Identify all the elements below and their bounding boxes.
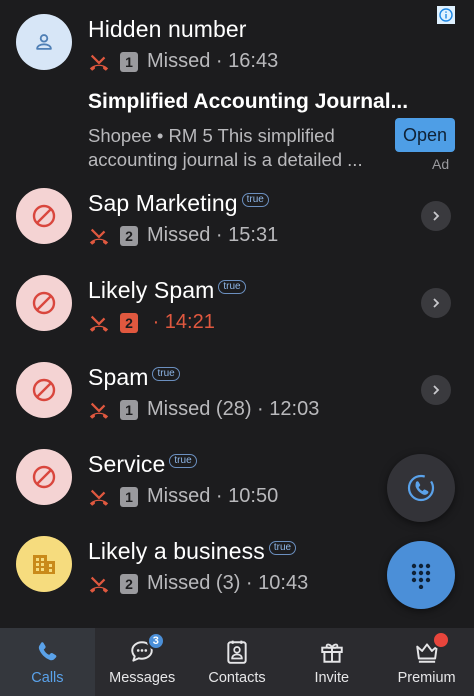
missed-call-icon: [89, 315, 109, 332]
sim-badge: 1: [120, 51, 138, 72]
call-status: Missed: [147, 485, 211, 507]
info-icon[interactable]: [437, 6, 455, 24]
blocked-icon: [16, 449, 72, 505]
nav-label: Contacts: [208, 670, 266, 686]
sim-badge: 2: [120, 573, 138, 594]
call-row-spam[interactable]: Spam true 1 Missed (28) · 12:03: [0, 356, 474, 440]
call-row-hidden-number[interactable]: Hidden number 1 Missed · 16:43: [0, 0, 474, 84]
nav-label: Invite: [314, 670, 350, 686]
blocked-icon: [16, 362, 72, 418]
chevron-right-icon[interactable]: [421, 375, 451, 405]
call-time: · 14:21: [152, 311, 215, 333]
caller-name: Sap Marketing: [88, 190, 238, 216]
call-time: · 10:50: [215, 485, 279, 507]
caller-name: Service: [88, 451, 166, 477]
contact-card-icon: [223, 638, 251, 666]
nav-label: Calls: [31, 670, 64, 686]
caller-name: Hidden number: [88, 16, 247, 42]
nav-messages[interactable]: 3 Messages: [95, 628, 190, 696]
missed-call-icon: [89, 228, 109, 245]
caller-name: Spam: [88, 364, 149, 390]
nav-premium[interactable]: Premium: [379, 628, 474, 696]
gift-icon: [318, 638, 346, 666]
missed-call-icon: [89, 402, 109, 419]
caller-name: Likely a business: [88, 538, 265, 564]
bottom-navigation: Calls 3 Messages Contacts Invite Premium: [0, 628, 474, 696]
call-status: Missed (3): [147, 572, 241, 594]
call-row-likely-spam[interactable]: Likely Spam true 2 · 14:21: [0, 269, 474, 353]
call-status: Missed: [147, 224, 211, 246]
chevron-right-icon[interactable]: [421, 201, 451, 231]
caller-tag: true: [218, 279, 246, 294]
missed-call-icon: [89, 576, 109, 593]
blocked-icon: [16, 275, 72, 331]
ad-open-button[interactable]: Open: [395, 118, 455, 152]
dialpad-icon: [411, 563, 431, 589]
phone-icon: [33, 638, 61, 666]
call-time: · 12:03: [257, 398, 320, 420]
ad-title[interactable]: Simplified Accounting Journal...: [88, 90, 428, 114]
call-time: · 15:31: [215, 224, 279, 246]
caller-tag: true: [152, 366, 180, 381]
nav-label: Premium: [397, 670, 456, 686]
dialpad-button[interactable]: [387, 541, 455, 609]
ad-label: Ad: [432, 156, 450, 172]
caller-tag: true: [268, 540, 297, 555]
nav-invite[interactable]: Invite: [284, 628, 379, 696]
call-status: Missed (28): [147, 398, 252, 420]
call-time: · 16:43: [215, 50, 279, 72]
call-time: · 10:43: [245, 572, 309, 594]
person-icon: [16, 14, 72, 70]
missed-call-icon: [89, 54, 109, 71]
sim-badge: 1: [120, 486, 138, 507]
call-status: Missed: [147, 50, 211, 72]
nav-label: Messages: [109, 670, 176, 686]
caller-tag: true: [241, 192, 269, 207]
call-log-list: Hidden number 1 Missed · 16:43 Simplifie…: [0, 0, 474, 628]
nav-contacts[interactable]: Contacts: [190, 628, 285, 696]
premium-notification-dot: [432, 631, 451, 649]
chevron-right-icon[interactable]: [421, 288, 451, 318]
business-icon: [16, 536, 72, 592]
blocked-icon: [16, 188, 72, 244]
missed-call-icon: [89, 489, 109, 506]
sim-badge: 1: [120, 399, 138, 420]
caller-name: Likely Spam: [88, 277, 215, 303]
caller-tag: true: [169, 453, 197, 468]
nav-calls[interactable]: Calls: [0, 628, 95, 696]
messages-badge: 3: [146, 632, 165, 650]
ad-description: Shopee • RM 5 This simplified accounting…: [88, 125, 363, 170]
call-row-sap-marketing[interactable]: Sap Marketing true 2 Missed · 15:31: [0, 182, 474, 266]
phone-sync-icon: [407, 474, 435, 502]
sim-badge: 2: [120, 312, 138, 333]
sim-badge: 2: [120, 225, 138, 246]
call-assistant-button[interactable]: [387, 454, 455, 522]
